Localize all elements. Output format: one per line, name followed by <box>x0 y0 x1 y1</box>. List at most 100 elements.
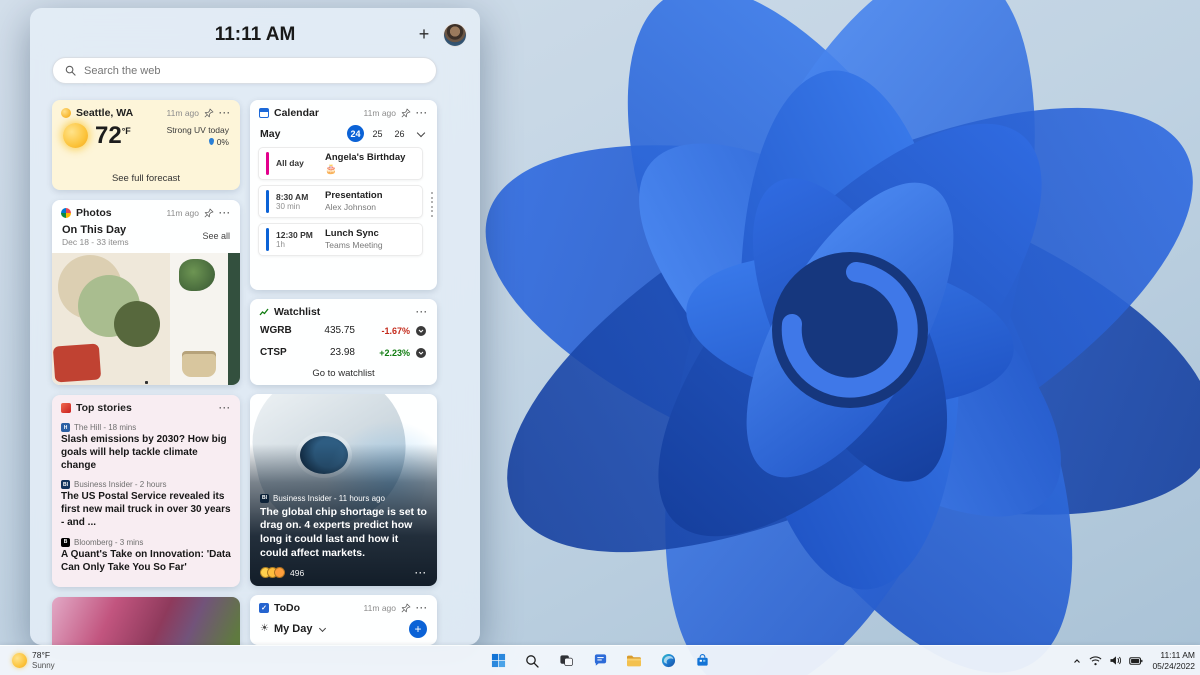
see-full-forecast-link[interactable]: See full forecast <box>52 169 240 190</box>
photos-widget[interactable]: Photos 11m ago ··· On This Day Dec 18 - … <box>52 200 240 385</box>
file-explorer-button[interactable] <box>621 648 647 674</box>
more-options-icon[interactable]: ··· <box>416 108 428 118</box>
news-meta: Business Insider - 11 hours ago <box>273 493 385 503</box>
stock-expand-icon[interactable] <box>415 347 427 359</box>
temperature-value: 72 <box>95 121 122 149</box>
calendar-icon <box>259 108 269 118</box>
event-title: Presentation <box>325 190 383 202</box>
my-day-sun-icon: ☀ <box>260 623 269 634</box>
pin-icon[interactable] <box>401 603 411 613</box>
wifi-icon[interactable] <box>1089 655 1102 666</box>
reactions-icon[interactable] <box>260 567 285 578</box>
add-widget-button[interactable]: + <box>412 22 436 46</box>
todo-widget[interactable]: ✓ ToDo 11m ago ··· ☀ My Day + <box>250 595 437 645</box>
photo-collage[interactable] <box>52 253 240 385</box>
story-meta: Business Insider - 2 hours <box>74 480 167 490</box>
calendar-title: Calendar <box>274 107 319 119</box>
story-headline[interactable]: The US Postal Service revealed its first… <box>61 491 231 529</box>
more-options-icon[interactable]: ··· <box>415 568 427 578</box>
taskbar-condition: Sunny <box>32 660 55 670</box>
event-subtitle: Alex Johnson <box>325 202 377 213</box>
more-options-icon[interactable]: ··· <box>219 403 231 413</box>
news-story[interactable]: BI Business Insider - 2 hours The US Pos… <box>61 474 231 531</box>
search-button[interactable] <box>519 648 545 674</box>
volume-icon[interactable] <box>1109 655 1122 666</box>
day-chip[interactable]: 26 <box>391 125 408 142</box>
system-tray: 11:11 AM 05/24/2022 <box>1072 646 1195 675</box>
tray-time: 11:11 AM <box>1160 649 1195 660</box>
stock-row[interactable]: CTSP 23.98 +2.23% <box>260 343 427 362</box>
news-story[interactable]: H The Hill - 18 mins Slash emissions by … <box>61 417 231 474</box>
watchlist-title: Watchlist <box>274 306 321 318</box>
news-story[interactable]: B Bloomberg - 3 mins A Quant's Take on I… <box>61 532 231 577</box>
calendar-event[interactable]: All day Angela's Birthday 🎂 <box>258 147 423 180</box>
todo-icon: ✓ <box>259 603 269 613</box>
store-button[interactable] <box>689 648 715 674</box>
source-logo-business-insider: BI <box>61 480 70 490</box>
more-options-icon[interactable]: ··· <box>416 603 428 613</box>
story-headline[interactable]: Slash emissions by 2030? How big goals w… <box>61 434 231 472</box>
taskbar-temp: 78°F <box>32 650 51 661</box>
chevron-down-icon[interactable] <box>318 624 326 632</box>
day-chip[interactable]: 25 <box>369 125 386 142</box>
photos-title: Photos <box>76 207 112 219</box>
day-chip-selected[interactable]: 24 <box>347 125 364 142</box>
event-title: Angela's Birthday 🎂 <box>325 151 406 175</box>
edge-button[interactable] <box>655 648 681 674</box>
precipitation-value: 0% <box>216 136 229 147</box>
watchlist-icon <box>259 307 269 317</box>
add-task-button[interactable]: + <box>409 620 427 638</box>
photo-widget-partial[interactable] <box>52 597 240 645</box>
battery-icon[interactable] <box>1129 656 1143 666</box>
pin-icon[interactable] <box>204 208 214 218</box>
news-image-widget[interactable]: BI Business Insider - 11 hours ago The g… <box>250 394 437 586</box>
top-stories-icon <box>61 403 71 413</box>
calendar-month: May <box>260 127 281 140</box>
stock-expand-icon[interactable] <box>415 325 427 337</box>
scroll-indicator[interactable] <box>431 192 433 217</box>
pin-icon[interactable] <box>401 108 411 118</box>
search-placeholder: Search the web <box>84 64 161 77</box>
on-this-day-heading: On This Day <box>62 224 127 236</box>
user-avatar[interactable] <box>443 23 467 47</box>
start-button[interactable] <box>485 648 511 674</box>
weather-location: Seattle, WA <box>76 107 134 119</box>
story-meta: The Hill - 18 mins <box>74 423 137 432</box>
tray-clock[interactable]: 11:11 AM 05/24/2022 <box>1150 650 1195 671</box>
stock-symbol: CTSP <box>260 347 287 358</box>
photos-heading-block: On This Day Dec 18 - 33 items <box>62 224 129 247</box>
taskbar-sun-icon <box>12 653 27 668</box>
chevron-down-icon[interactable] <box>416 128 426 137</box>
stock-row[interactable]: WGRB 435.75 -1.67% <box>260 321 427 340</box>
task-view-button[interactable] <box>553 648 579 674</box>
more-options-icon[interactable]: ··· <box>416 307 428 317</box>
calendar-widget[interactable]: Calendar 11m ago ··· May 24 25 26 All da… <box>250 100 437 290</box>
top-stories-title: Top stories <box>76 402 132 414</box>
tray-date: 05/24/2022 <box>1152 660 1195 671</box>
taskbar-weather-widget[interactable]: 78°F Sunny <box>6 646 61 675</box>
story-headline[interactable]: A Quant's Take on Innovation: 'Data Can … <box>61 549 231 575</box>
calendar-age: 11m ago <box>363 108 396 118</box>
weather-widget[interactable]: Seattle, WA 11m ago ··· 72 °F Strong UV … <box>52 100 240 190</box>
source-logo-bloomberg: B <box>61 537 70 547</box>
temperature: 72 °F <box>95 121 131 149</box>
top-stories-widget[interactable]: Top stories ··· H The Hill - 18 mins Sla… <box>52 395 240 587</box>
my-day-label[interactable]: My Day <box>274 623 313 635</box>
tray-chevron-icon[interactable] <box>1072 656 1082 666</box>
go-to-watchlist-link[interactable]: Go to watchlist <box>250 363 437 385</box>
more-options-icon[interactable]: ··· <box>219 208 231 218</box>
chat-button[interactable] <box>587 648 613 674</box>
basket-photo-shape <box>182 351 216 377</box>
reaction-count: 496 <box>290 567 305 578</box>
calendar-event[interactable]: 12:30 PM 1h Lunch Sync Teams Meeting <box>258 223 423 256</box>
pin-icon[interactable] <box>204 108 214 118</box>
todo-title: ToDo <box>274 602 301 614</box>
watchlist-widget[interactable]: Watchlist ··· WGRB 435.75 -1.67% CTSP 23… <box>250 299 437 385</box>
see-all-link[interactable]: See all <box>202 231 230 241</box>
event-time: 12:30 PM <box>276 229 313 240</box>
todo-age: 11m ago <box>363 603 396 613</box>
news-headline[interactable]: The global chip shortage is set to drag … <box>260 506 427 561</box>
more-options-icon[interactable]: ··· <box>219 108 231 118</box>
search-bar[interactable]: Search the web <box>52 57 437 84</box>
calendar-event[interactable]: 8:30 AM 30 min Presentation Alex Johnson <box>258 185 423 218</box>
